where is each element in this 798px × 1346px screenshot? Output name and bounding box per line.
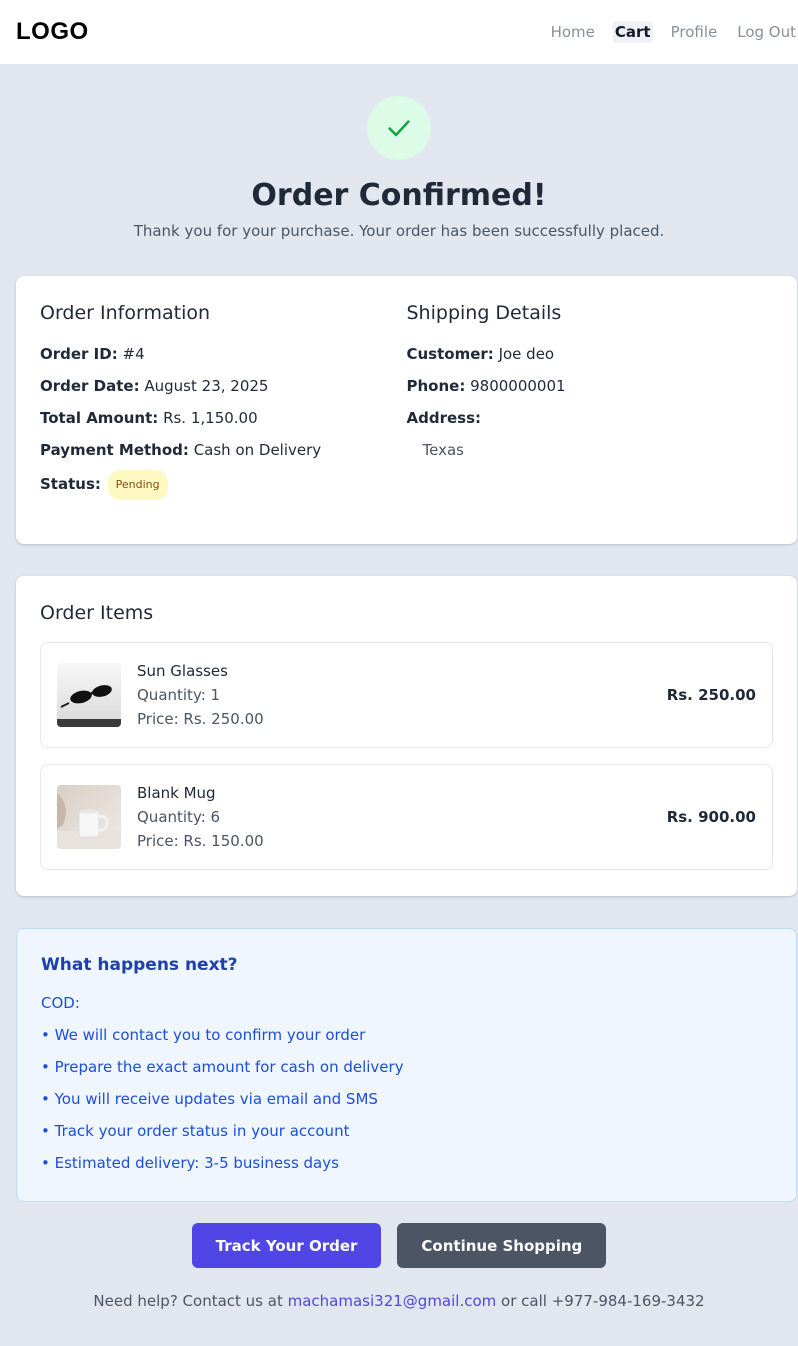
order-date-value: August 23, 2025: [144, 377, 269, 395]
nav-link-cart[interactable]: Cart: [612, 21, 653, 43]
item-name: Sun Glasses: [137, 662, 228, 680]
nav-links: Home Cart Profile Log Out: [533, 0, 798, 64]
item-price: Price: Rs. 150.00: [137, 832, 264, 850]
next-step-item: • We will contact you to confirm your or…: [41, 1026, 366, 1044]
order-id-value: #4: [122, 345, 145, 363]
address-row: Address:: [407, 406, 774, 438]
next-steps-box: What happens next? COD: • We will contac…: [16, 928, 797, 1202]
phone-value: 9800000001: [470, 377, 566, 395]
track-order-button[interactable]: Track Your Order: [191, 1223, 382, 1268]
status-badge: Pending: [107, 470, 168, 500]
check-icon: [388, 120, 410, 137]
order-items-card: Order Items Sun Glasses Quantity: 1 Pric…: [16, 576, 797, 896]
total-amount-label: Total Amount:: [40, 409, 159, 427]
customer-value: Joe deo: [498, 345, 555, 363]
continue-shopping-button[interactable]: Continue Shopping: [397, 1223, 607, 1268]
nav-link-home[interactable]: Home: [549, 21, 597, 43]
shipping-details-title: Shipping Details: [406, 302, 562, 324]
address-value: Texas: [422, 441, 464, 459]
nav-link-logout[interactable]: Log Out: [735, 21, 798, 43]
help-prefix: Need help? Contact us at: [93, 1292, 283, 1310]
order-date-row: Order Date: August 23, 2025: [40, 374, 407, 406]
payment-method-value: Cash on Delivery: [193, 441, 322, 459]
next-step-item: • You will receive updates via email and…: [41, 1090, 378, 1108]
support-email-link[interactable]: machamasi321@gmail.com: [288, 1292, 497, 1310]
navbar: LOGO Home Cart Profile Log Out: [0, 0, 798, 64]
order-information-title: Order Information: [40, 302, 211, 324]
next-step-item: • Track your order status in your accoun…: [41, 1122, 350, 1140]
mug-image: [57, 785, 121, 849]
order-summary-card: Order Information Order ID: #4 Order Dat…: [16, 276, 797, 544]
next-step-item: • Estimated delivery: 3-5 business days: [41, 1154, 339, 1172]
item-price: Price: Rs. 250.00: [137, 710, 264, 728]
item-name: Blank Mug: [137, 784, 216, 802]
next-step-item: • Prepare the exact amount for cash on d…: [41, 1058, 404, 1076]
order-items-title: Order Items: [40, 602, 154, 624]
payment-type: COD:: [41, 994, 80, 1012]
customer-row: Customer: Joe deo: [407, 342, 774, 374]
payment-method-label: Payment Method:: [40, 441, 189, 459]
page-title: Order Confirmed!: [251, 178, 547, 213]
action-buttons: Track Your Order Continue Shopping: [0, 1223, 798, 1268]
order-item: Blank Mug Quantity: 6 Price: Rs. 150.00 …: [40, 764, 773, 870]
item-quantity: Quantity: 1: [137, 686, 221, 704]
next-steps-title: What happens next?: [41, 955, 238, 975]
order-date-label: Order Date:: [40, 377, 140, 395]
item-total: Rs. 250.00: [666, 686, 756, 704]
total-amount-value: Rs. 1,150.00: [163, 409, 258, 427]
customer-label: Customer:: [406, 345, 494, 363]
sunglasses-image: [57, 663, 121, 727]
help-suffix: or call +977-984-169-3432: [501, 1292, 705, 1310]
order-id-row: Order ID: #4: [40, 342, 407, 374]
order-item: Sun Glasses Quantity: 1 Price: Rs. 250.0…: [40, 642, 773, 748]
status-row: Status: Pending: [40, 470, 407, 502]
phone-row: Phone: 9800000001: [407, 374, 774, 406]
help-text: Need help? Contact us at machamasi321@gm…: [0, 1292, 798, 1310]
phone-label: Phone:: [406, 377, 466, 395]
order-id-label: Order ID:: [40, 345, 118, 363]
status-label: Status:: [40, 475, 101, 493]
success-badge: [367, 96, 431, 160]
page-subtitle: Thank you for your purchase. Your order …: [133, 222, 665, 240]
nav-link-profile[interactable]: Profile: [669, 21, 720, 43]
shipping-details: Shipping Details Customer: Joe deo Phone…: [407, 302, 774, 502]
item-total: Rs. 900.00: [666, 808, 756, 826]
total-amount-row: Total Amount: Rs. 1,150.00: [40, 406, 407, 438]
logo[interactable]: LOGO: [16, 18, 89, 46]
address-label: Address:: [406, 409, 482, 427]
order-information: Order Information Order ID: #4 Order Dat…: [40, 302, 407, 502]
item-quantity: Quantity: 6: [137, 808, 221, 826]
payment-method-row: Payment Method: Cash on Delivery: [40, 438, 407, 470]
confirmation-hero: Order Confirmed! Thank you for your purc…: [0, 96, 798, 240]
